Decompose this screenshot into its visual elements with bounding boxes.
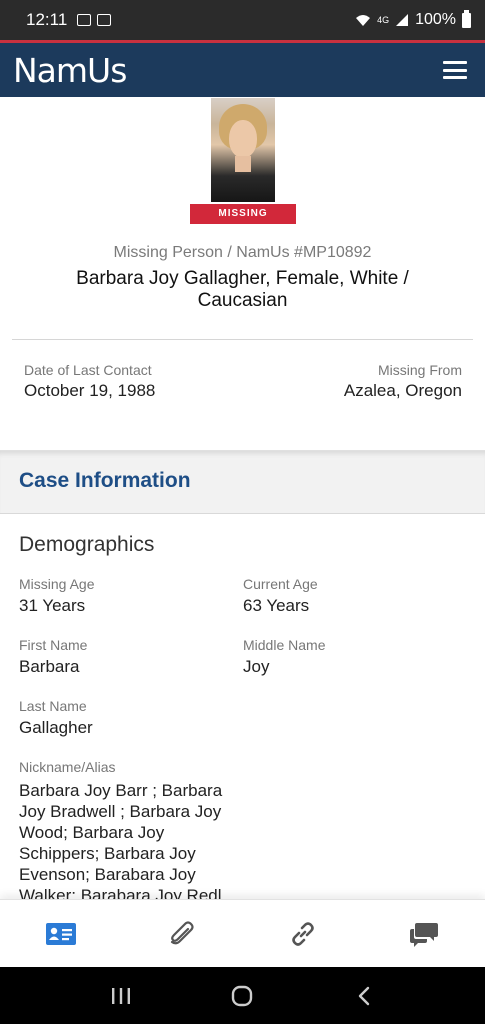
system-navigation-bar <box>0 967 485 1024</box>
missing-person-photo[interactable] <box>211 98 275 202</box>
nickname-alias-value: Barbara Joy Barr ; Barbara Joy Bradwell … <box>19 781 223 899</box>
image-notification-icon <box>97 14 112 26</box>
paperclip-icon <box>170 920 194 944</box>
last-contact-label: Date of Last Contact <box>24 362 152 378</box>
wifi-icon <box>356 15 371 26</box>
battery-percent: 100% <box>415 11 456 28</box>
missing-status-badge: MISSING <box>190 204 296 224</box>
tab-messages[interactable] <box>364 900 485 967</box>
last-name-value: Gallagher <box>19 718 93 737</box>
home-icon <box>232 985 253 1006</box>
demographics-section: Demographics Missing Age 31 Years Curren… <box>0 515 485 899</box>
id-card-icon <box>45 922 76 945</box>
person-name: Barbara Joy Gallagher, Female, White / C… <box>76 268 409 311</box>
chat-icon <box>410 922 439 947</box>
status-time: 12:11 <box>26 10 68 29</box>
missing-from-label: Missing From <box>377 362 462 378</box>
missing-age-label: Missing Age <box>19 576 95 592</box>
middle-name-value: Joy <box>243 657 270 676</box>
recent-apps-button[interactable] <box>101 976 141 1016</box>
nickname-alias-label: Nickname/Alias <box>19 759 116 775</box>
missing-age-value: 31 Years <box>19 596 86 615</box>
last-contact-value: October 19, 1988 <box>24 381 156 400</box>
back-button[interactable] <box>344 976 384 1016</box>
current-age-label: Current Age <box>243 576 318 592</box>
current-age-value: 63 Years <box>243 596 310 615</box>
home-button[interactable] <box>222 976 262 1016</box>
case-information-header: Case Information <box>0 450 485 514</box>
link-icon <box>292 921 314 946</box>
tab-case-details[interactable] <box>0 900 121 967</box>
last-name-label: Last Name <box>19 698 87 714</box>
signal-icon <box>396 14 409 26</box>
case-information-title: Case Information <box>19 469 191 492</box>
tab-attachments[interactable] <box>121 900 242 967</box>
screenshot-notification-icon <box>77 14 92 26</box>
first-name-value: Barbara <box>19 657 80 676</box>
namus-logo[interactable]: NamUs <box>13 51 127 90</box>
tab-links[interactable] <box>243 900 364 967</box>
bottom-tab-bar <box>0 899 485 967</box>
recent-apps-icon <box>111 987 130 1004</box>
status-bar: 12:11 4G 100% <box>0 0 485 40</box>
profile-section: MISSING Missing Person / NamUs #MP10892 … <box>0 97 485 450</box>
profile-divider <box>12 339 473 340</box>
battery-icon <box>462 9 471 28</box>
back-icon <box>358 986 370 1005</box>
demographics-title: Demographics <box>19 533 155 556</box>
middle-name-label: Middle Name <box>243 637 326 653</box>
first-name-label: First Name <box>19 637 88 653</box>
app-header: NamUs <box>0 43 485 97</box>
missing-from-value: Azalea, Oregon <box>343 381 462 400</box>
network-type-label: 4G <box>377 15 390 25</box>
hamburger-menu-icon[interactable] <box>443 61 467 79</box>
case-number: Missing Person / NamUs #MP10892 <box>113 244 372 261</box>
